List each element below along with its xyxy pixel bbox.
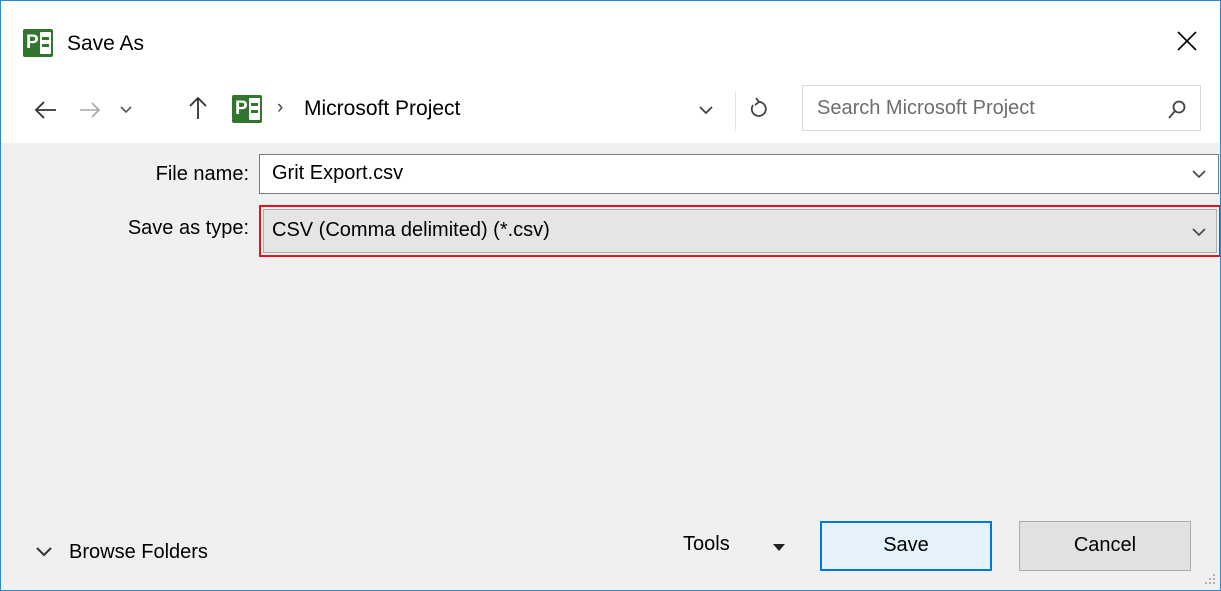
breadcrumb-separator[interactable]: ›: [277, 97, 283, 119]
resize-grip-icon[interactable]: [1202, 572, 1216, 586]
address-history-dropdown[interactable]: [690, 92, 722, 124]
chevron-down-icon: [36, 547, 52, 557]
file-name-label: File name:: [155, 163, 249, 185]
save-as-type-dropdown[interactable]: CSV (Comma delimited) (*.csv): [263, 209, 1217, 253]
tools-menu-button[interactable]: Tools: [671, 521, 801, 571]
forward-button[interactable]: [75, 89, 109, 129]
refresh-button[interactable]: [735, 91, 775, 131]
title-bar: P Save As: [1, 1, 1220, 79]
refresh-icon: [750, 97, 767, 117]
browse-folders-label[interactable]: Browse Folders: [69, 541, 208, 564]
save-button[interactable]: Save: [820, 521, 992, 571]
chevron-down-icon: [699, 106, 713, 115]
arrow-left-icon: [34, 101, 56, 119]
save-as-dialog: P Save As P › Microsoft Project Search M…: [0, 0, 1221, 591]
tools-label[interactable]: Tools: [683, 533, 730, 556]
search-box[interactable]: [802, 85, 1201, 131]
address-bar[interactable]: P › Microsoft Project: [221, 85, 729, 131]
close-button[interactable]: [1163, 21, 1213, 63]
back-button[interactable]: [29, 89, 63, 129]
file-name-field[interactable]: Grit Export.csv: [259, 154, 1219, 194]
cancel-button[interactable]: Cancel: [1019, 521, 1191, 571]
file-name-value[interactable]: Grit Export.csv: [272, 162, 403, 185]
chevron-down-icon[interactable]: [1190, 225, 1208, 239]
arrow-up-icon: [189, 96, 207, 119]
chevron-down-icon[interactable]: [1190, 167, 1208, 181]
save-as-type-value[interactable]: CSV (Comma delimited) (*.csv): [272, 219, 550, 242]
close-icon: [1177, 31, 1197, 51]
search-input[interactable]: [817, 94, 1147, 122]
breadcrumb-location[interactable]: Microsoft Project: [304, 97, 460, 121]
recent-locations-button[interactable]: [113, 89, 139, 129]
microsoft-project-icon: P: [232, 95, 262, 123]
microsoft-project-icon: P: [23, 29, 53, 57]
caret-down-icon: [773, 544, 785, 551]
search-button[interactable]: [1163, 96, 1191, 124]
browse-folders-toggle[interactable]: Browse Folders: [31, 535, 251, 569]
save-as-type-highlight: CSV (Comma delimited) (*.csv): [259, 205, 1220, 257]
search-icon: [1168, 100, 1186, 119]
chevron-down-icon: [120, 106, 132, 114]
up-button[interactable]: [181, 89, 215, 129]
navigation-bar: P › Microsoft Project: [1, 79, 1220, 143]
arrow-right-icon: [80, 102, 101, 118]
dialog-title: Save As: [67, 32, 145, 55]
save-as-type-label: Save as type:: [127, 217, 249, 239]
